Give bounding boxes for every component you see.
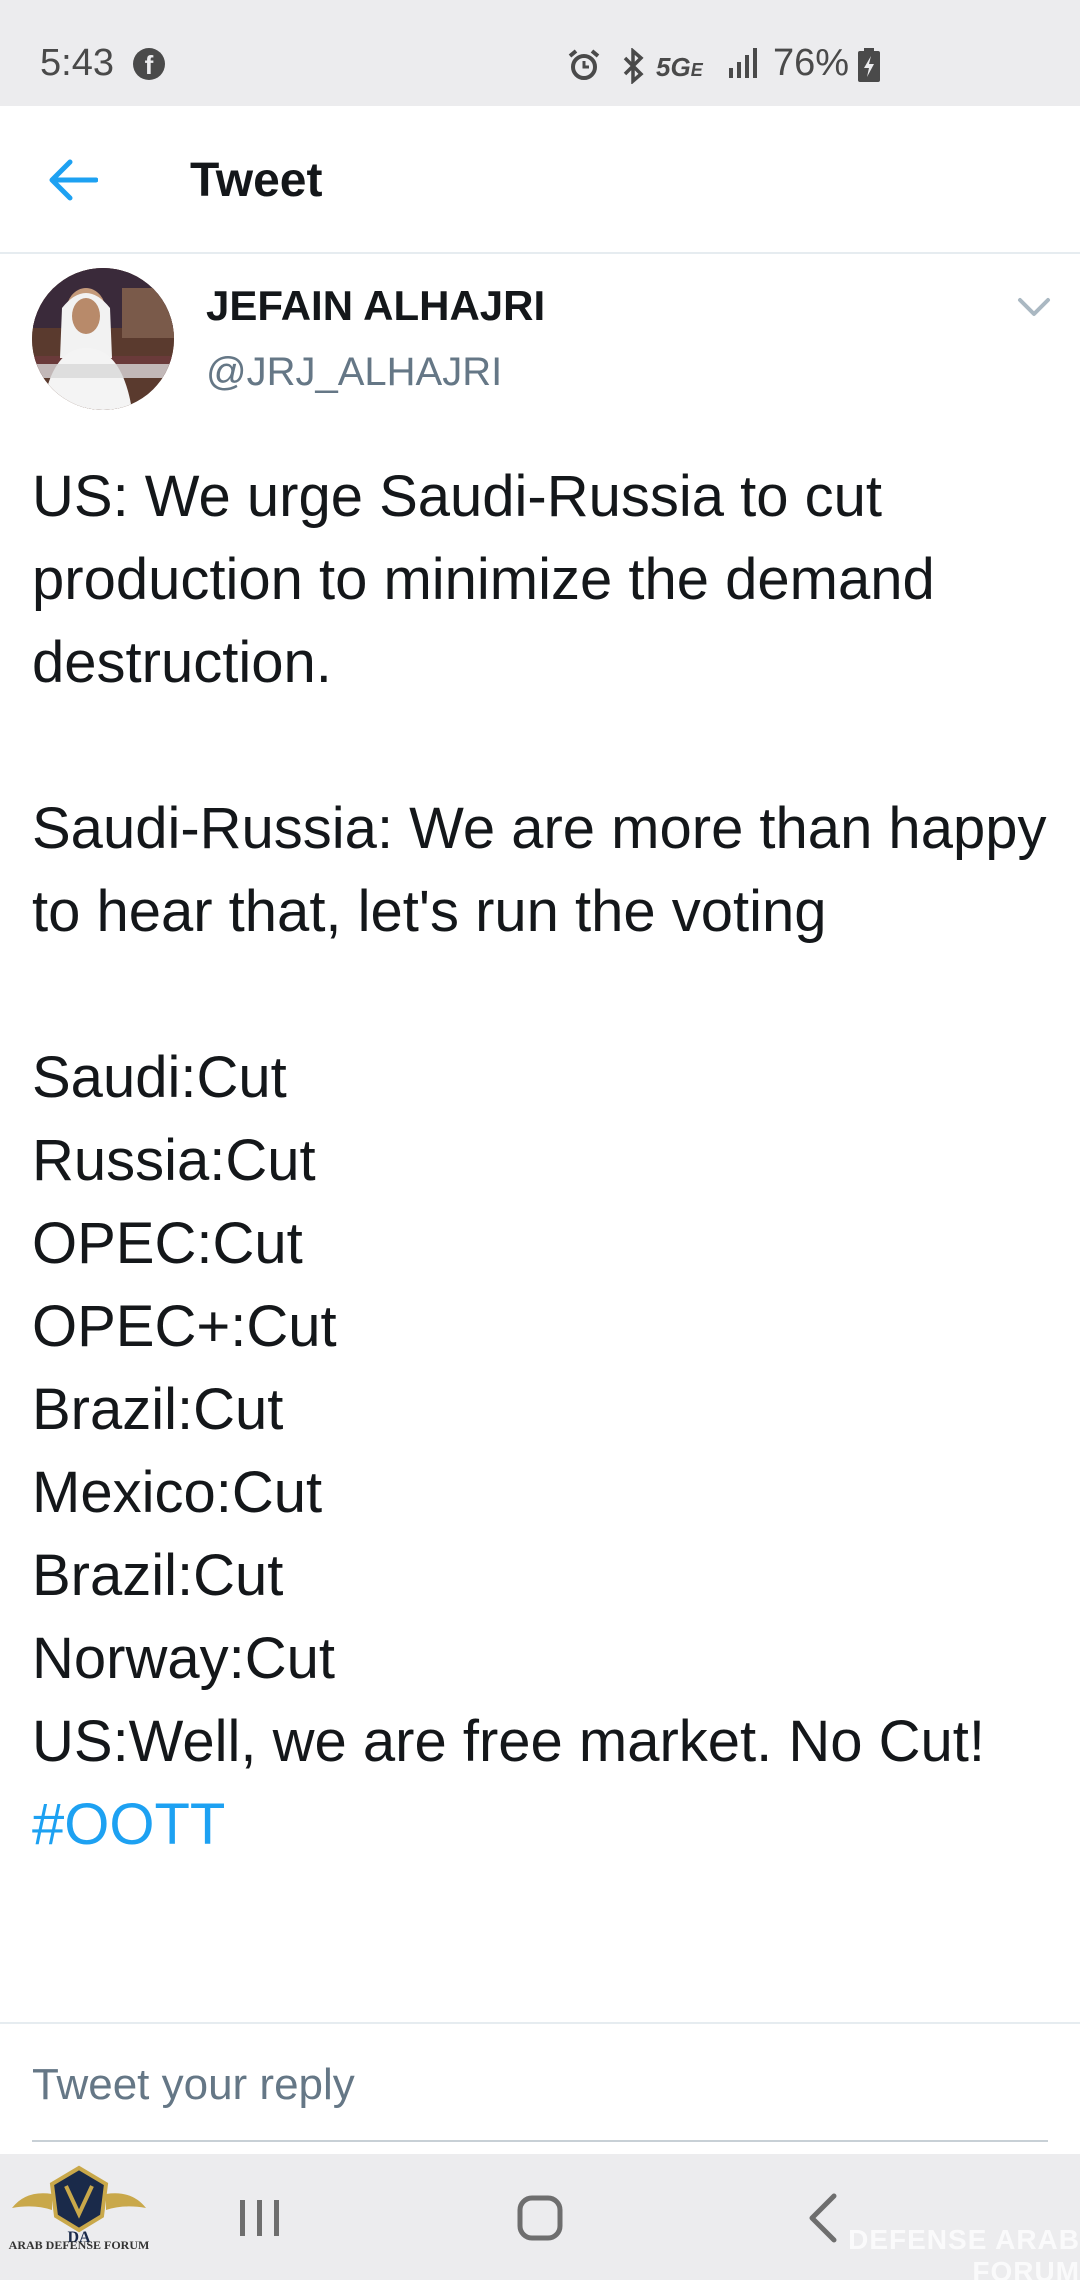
avatar-image — [32, 268, 174, 410]
reply-input-underline — [32, 2140, 1048, 2142]
vote-line: Brazil:Cut — [32, 1377, 284, 1442]
author-name[interactable]: JEFAIN ALHAJRI — [206, 282, 545, 330]
vote-line: Russia:Cut — [32, 1128, 316, 1193]
bluetooth-icon — [623, 48, 644, 84]
vote-line: Saudi:Cut — [32, 1045, 287, 1110]
battery-percentage: 76% — [773, 42, 850, 84]
chevron-down-icon[interactable] — [1016, 296, 1052, 320]
tweet-text: US: We urge Saudi-Russia to cut producti… — [32, 455, 1052, 1866]
status-icons: 5GE 76% — [480, 42, 1080, 90]
tweet-paragraph: Saudi-Russia: We are more than happy to … — [32, 796, 1047, 944]
watermark-logo-text: ARAB DEFENSE FORUM — [8, 2238, 150, 2252]
hashtag-link[interactable]: #OOTT — [32, 1783, 1052, 1866]
vote-line: OPEC:Cut — [32, 1211, 303, 1276]
tweet-paragraph: US: We urge Saudi-Russia to cut producti… — [32, 464, 935, 695]
facebook-notification-icon: f — [133, 48, 165, 80]
app-header: Tweet — [0, 106, 1080, 254]
reply-input[interactable]: Tweet your reply — [32, 2060, 355, 2110]
vote-list: Saudi:Cut Russia:Cut OPEC:Cut OPEC+:Cut … — [32, 1036, 1052, 1700]
home-icon[interactable] — [516, 2194, 564, 2242]
back-arrow-icon[interactable] — [48, 158, 98, 202]
watermark-text: DEFENSE ARAB FORUM — [848, 2224, 1080, 2280]
network-type: 5GE — [656, 52, 703, 82]
tweet-closing-line: US:Well, we are free market. No Cut! — [32, 1709, 986, 1774]
alarm-icon — [568, 49, 600, 80]
status-bar: 5:43 f 5GE 76% — [0, 0, 1080, 106]
author-avatar[interactable] — [32, 268, 174, 410]
watermark-logo-icon: DA — [12, 2165, 146, 2246]
status-time: 5:43 — [40, 42, 114, 84]
author-handle[interactable]: @JRJ_ALHAJRI — [206, 350, 502, 395]
battery-charging-icon — [858, 48, 880, 82]
vote-line: OPEC+:Cut — [32, 1294, 337, 1359]
vote-line: Norway:Cut — [32, 1626, 335, 1691]
recent-apps-icon[interactable] — [236, 2198, 284, 2238]
page-title: Tweet — [190, 154, 323, 207]
vote-line: Mexico:Cut — [32, 1460, 323, 1525]
reply-bar: Tweet your reply — [0, 2022, 1080, 2154]
vote-line: Brazil:Cut — [32, 1543, 284, 1608]
signal-strength-icon — [729, 48, 757, 78]
